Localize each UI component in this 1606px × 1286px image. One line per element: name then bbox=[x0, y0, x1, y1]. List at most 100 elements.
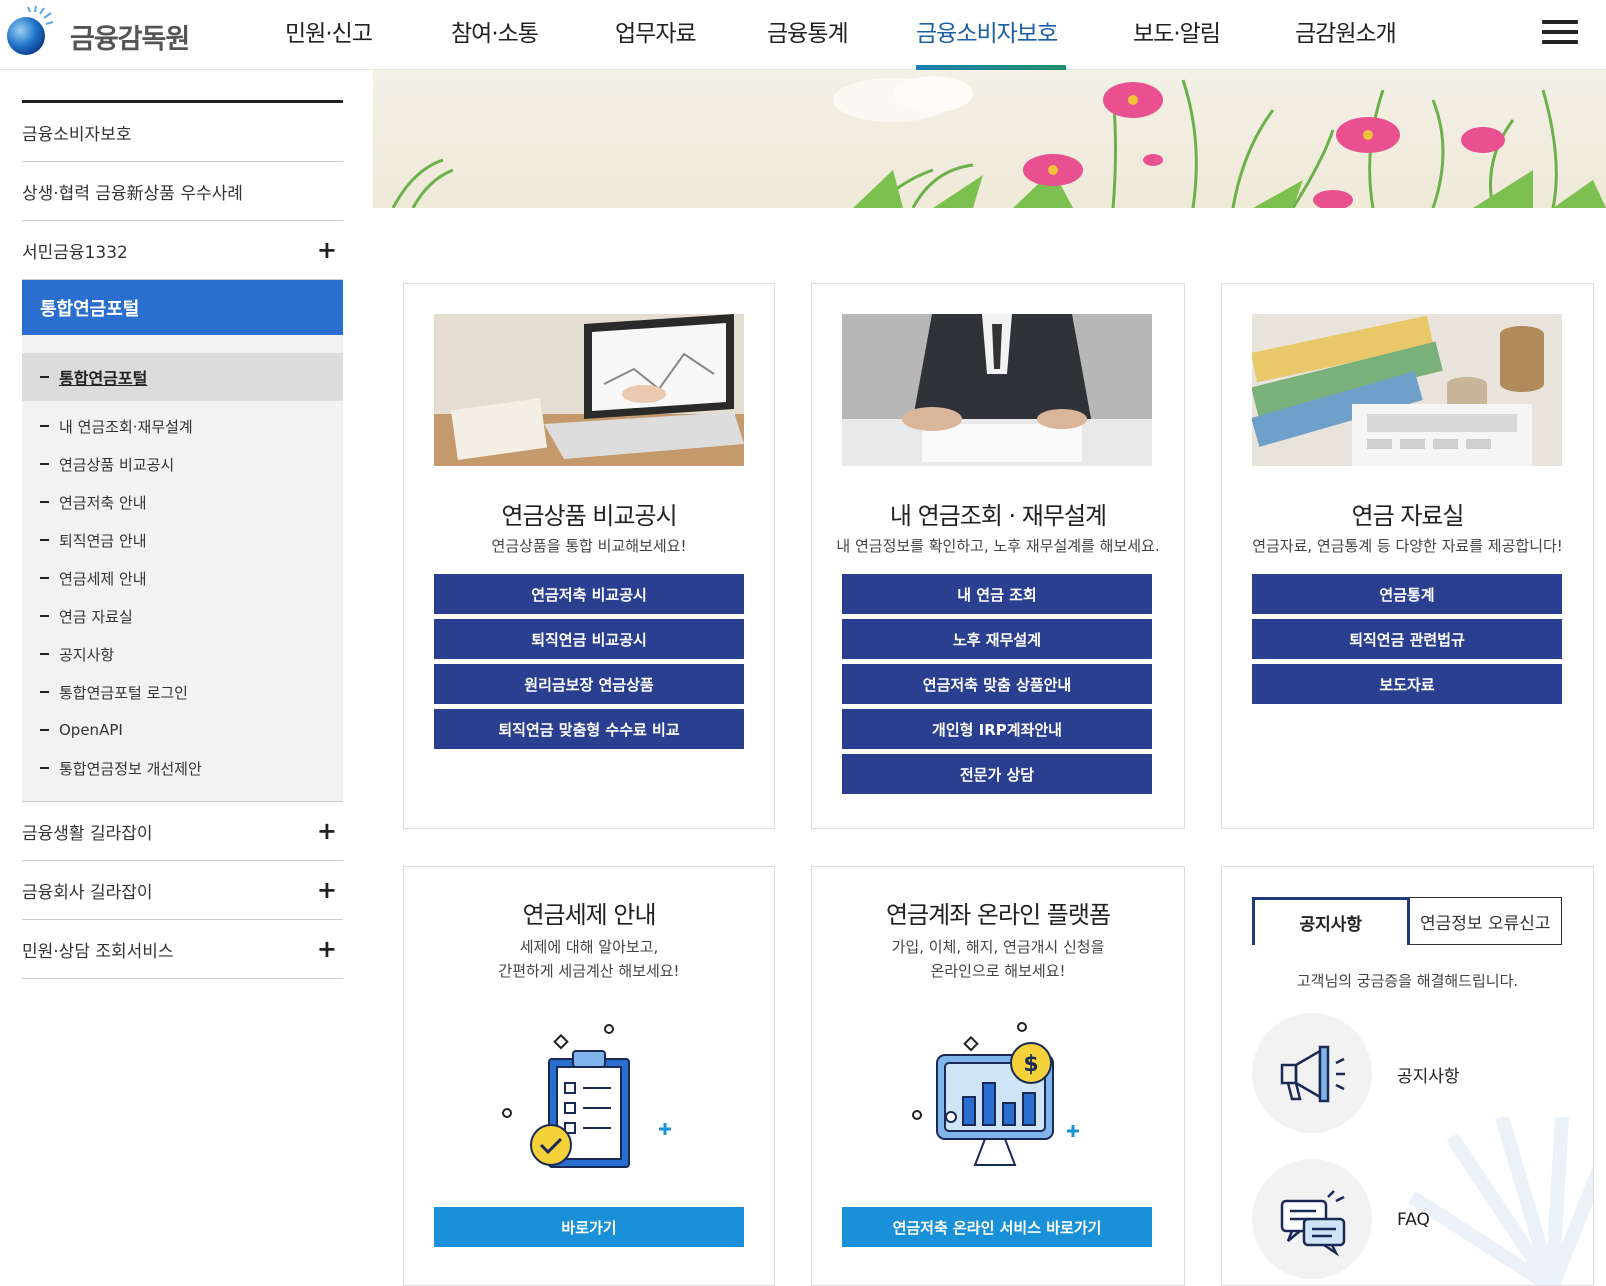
submenu-label: 연금세제 안내 bbox=[59, 569, 147, 588]
notice-desc: 고객님의 궁금증을 해결해드립니다. bbox=[1296, 972, 1519, 990]
dash-icon bbox=[40, 691, 49, 693]
submenu-label: 연금상품 비교공시 bbox=[59, 455, 175, 474]
card-title: 연금상품 비교공시 bbox=[501, 502, 677, 530]
faq-link-label[interactable]: FAQ bbox=[1397, 1210, 1430, 1230]
sidebar: 금융소비자보호 상생·협력 금융新상품 우수사례 서민금융1332 + 통합연금… bbox=[22, 100, 343, 979]
submenu-item-suggestion[interactable]: 통합연금정보 개선제안 bbox=[22, 749, 343, 787]
card-desc-line2: 간편하게 세금계산 해보세요! bbox=[498, 962, 680, 980]
sidebar-item-inquiry[interactable]: 민원·상담 조회서비스 + bbox=[22, 920, 343, 979]
nav-item-consumer-protection[interactable]: 금융소비자보호 bbox=[916, 14, 1058, 48]
dash-icon bbox=[40, 767, 49, 769]
plus-icon[interactable]: + bbox=[317, 817, 337, 845]
monitor-dollar-chart-icon: $ bbox=[912, 1022, 1079, 1166]
notice-link-circle[interactable] bbox=[1252, 1013, 1372, 1133]
savings-compare-button[interactable]: 연금저축 비교공시 bbox=[434, 574, 744, 614]
chat-bubbles-icon bbox=[1280, 1190, 1346, 1257]
card-compare-photo bbox=[434, 314, 744, 466]
nav-item-complaint[interactable]: 민원·신고 bbox=[285, 14, 373, 48]
fee-compare-button[interactable]: 퇴직연금 맞춤형 수수료 비교 bbox=[434, 709, 744, 749]
decorative-rays bbox=[1408, 1117, 1593, 1285]
dash-icon bbox=[40, 615, 49, 617]
nav-item-about[interactable]: 금감원소개 bbox=[1295, 14, 1397, 48]
nav-item-materials[interactable]: 업무자료 bbox=[615, 14, 697, 48]
submenu-item-savings[interactable]: 연금저축 안내 bbox=[22, 483, 343, 521]
card-my-pension: 내 연금조회 · 재무설계 내 연금정보를 확인하고, 노후 재무설계를 해보세… bbox=[811, 283, 1185, 829]
menu-icon[interactable] bbox=[1542, 20, 1578, 46]
card-tax: 연금세제 안내 세제에 대해 알아보고, 간편하게 세금계산 해보세요! 바로가… bbox=[403, 866, 775, 1286]
card-desc-line2: 온라인으로 해보세요! bbox=[930, 962, 1066, 980]
submenu-item-my-pension[interactable]: 내 연금조회·재무설계 bbox=[22, 407, 343, 445]
sidebar-item-label: 금융회사 길라잡이 bbox=[22, 882, 153, 903]
savings-guide-button[interactable]: 연금저축 맞춤 상품안내 bbox=[842, 664, 1152, 704]
submenu-item-compare[interactable]: 연금상품 비교공시 bbox=[22, 445, 343, 483]
notice-link-label[interactable]: 공지사항 bbox=[1397, 1062, 1460, 1087]
submenu-label: OpenAPI bbox=[59, 721, 123, 739]
card-desc: 내 연금정보를 확인하고, 노후 재무설계를 해보세요. bbox=[836, 537, 1160, 555]
card-library: 연금 자료실 연금자료, 연금통계 등 다양한 자료를 제공합니다! 연금통계 … bbox=[1221, 283, 1594, 829]
retirement-compare-button[interactable]: 퇴직연금 비교공시 bbox=[434, 619, 744, 659]
card-library-photo bbox=[1252, 314, 1562, 466]
card-desc-line1: 가입, 이체, 해지, 연금개시 신청을 bbox=[891, 938, 1105, 956]
sidebar-item-win-win[interactable]: 상생·협력 금융新상품 우수사례 bbox=[22, 162, 343, 221]
guaranteed-products-button[interactable]: 원리금보장 연금상품 bbox=[434, 664, 744, 704]
submenu-label: 연금저축 안내 bbox=[59, 493, 147, 512]
submenu-label: 통합연금정보 개선제안 bbox=[59, 759, 202, 778]
submenu-item-library[interactable]: 연금 자료실 bbox=[22, 597, 343, 635]
tab-notice[interactable]: 공지사항 bbox=[1252, 897, 1410, 945]
page-banner bbox=[373, 70, 1606, 208]
nav-item-press[interactable]: 보도·알림 bbox=[1133, 14, 1221, 48]
my-pension-button[interactable]: 내 연금 조회 bbox=[842, 574, 1152, 614]
press-release-button[interactable]: 보도자료 bbox=[1252, 664, 1562, 704]
nav-item-statistics[interactable]: 금융통계 bbox=[767, 14, 849, 48]
card-notice: 공지사항 연금정보 오류신고 고객님의 궁금증을 해결해드립니다. 공지사항 F… bbox=[1221, 866, 1594, 1286]
pension-stats-button[interactable]: 연금통계 bbox=[1252, 574, 1562, 614]
card-platform: 연금계좌 온라인 플랫폼 가입, 이체, 해지, 연금개시 신청을 온라인으로 … bbox=[811, 866, 1185, 1286]
sidebar-item-label: 민원·상담 조회서비스 bbox=[22, 941, 174, 962]
megaphone-icon bbox=[1280, 1045, 1345, 1103]
site-logo[interactable]: 금융감독원 bbox=[4, 5, 190, 56]
card-title: 연금계좌 온라인 플랫폼 bbox=[885, 901, 1111, 929]
sidebar-item-pension-portal[interactable]: 통합연금포털 bbox=[22, 280, 343, 335]
sidebar-item-label: 상생·협력 금융新상품 우수사례 bbox=[22, 183, 243, 204]
card-my-pension-photo bbox=[842, 314, 1152, 466]
tax-shortcut-button[interactable]: 바로가기 bbox=[434, 1207, 744, 1247]
sidebar-item-financial-life[interactable]: 금융생활 길라잡이 + bbox=[22, 802, 343, 861]
submenu-current-pension-portal[interactable]: 통합연금포털 bbox=[22, 353, 343, 401]
submenu-item-openapi[interactable]: OpenAPI bbox=[22, 711, 343, 749]
dash-icon bbox=[40, 577, 49, 579]
submenu-label: 통합연금포털 bbox=[59, 369, 148, 388]
clipboard-checklist-icon bbox=[502, 1024, 671, 1168]
sidebar-item-financial-company[interactable]: 금융회사 길라잡이 + bbox=[22, 861, 343, 920]
card-desc-line1: 세제에 대해 알아보고, bbox=[519, 938, 659, 956]
plus-icon[interactable]: + bbox=[317, 935, 337, 963]
plus-icon[interactable]: + bbox=[317, 236, 337, 264]
card-title: 연금세제 안내 bbox=[522, 901, 656, 929]
expert-consult-button[interactable]: 전문가 상담 bbox=[842, 754, 1152, 794]
retirement-laws-button[interactable]: 퇴직연금 관련법규 bbox=[1252, 619, 1562, 659]
card-compare: 연금상품 비교공시 연금상품을 통합 비교해보세요! 연금저축 비교공시 퇴직연… bbox=[403, 283, 775, 829]
submenu-item-retirement[interactable]: 퇴직연금 안내 bbox=[22, 521, 343, 559]
notice-tabs: 공지사항 연금정보 오류신고 bbox=[1252, 897, 1562, 945]
faq-link-circle[interactable] bbox=[1252, 1159, 1372, 1279]
logo-text: 금융감독원 bbox=[70, 23, 190, 55]
plus-icon[interactable]: + bbox=[317, 876, 337, 904]
retirement-plan-button[interactable]: 노후 재무설계 bbox=[842, 619, 1152, 659]
logo-globe-icon bbox=[4, 5, 54, 56]
submenu-label: 연금 자료실 bbox=[59, 607, 133, 626]
online-service-button[interactable]: 연금저축 온라인 서비스 바로가기 bbox=[842, 1207, 1152, 1247]
dash-icon bbox=[40, 539, 49, 541]
sidebar-item-1332[interactable]: 서민금융1332 + bbox=[22, 221, 343, 280]
irp-guide-button[interactable]: 개인형 IRP계좌안내 bbox=[842, 709, 1152, 749]
tab-error-report[interactable]: 연금정보 오류신고 bbox=[1409, 897, 1562, 945]
nav-item-participation[interactable]: 참여·소통 bbox=[451, 14, 539, 48]
svg-text:$: $ bbox=[1023, 1052, 1038, 1077]
submenu-item-tax[interactable]: 연금세제 안내 bbox=[22, 559, 343, 597]
submenu-item-login[interactable]: 통합연금포털 로그인 bbox=[22, 673, 343, 711]
submenu-label: 퇴직연금 안내 bbox=[59, 531, 147, 550]
sidebar-submenu: 통합연금포털 내 연금조회·재무설계 연금상품 비교공시 연금저축 안내 퇴직연… bbox=[22, 335, 343, 802]
submenu-item-notice[interactable]: 공지사항 bbox=[22, 635, 343, 673]
dash-icon bbox=[40, 425, 49, 427]
dash-icon bbox=[40, 463, 49, 465]
sidebar-item-label: 금융소비자보호 bbox=[22, 124, 132, 145]
sidebar-item-consumer-protection[interactable]: 금융소비자보호 bbox=[22, 103, 343, 162]
